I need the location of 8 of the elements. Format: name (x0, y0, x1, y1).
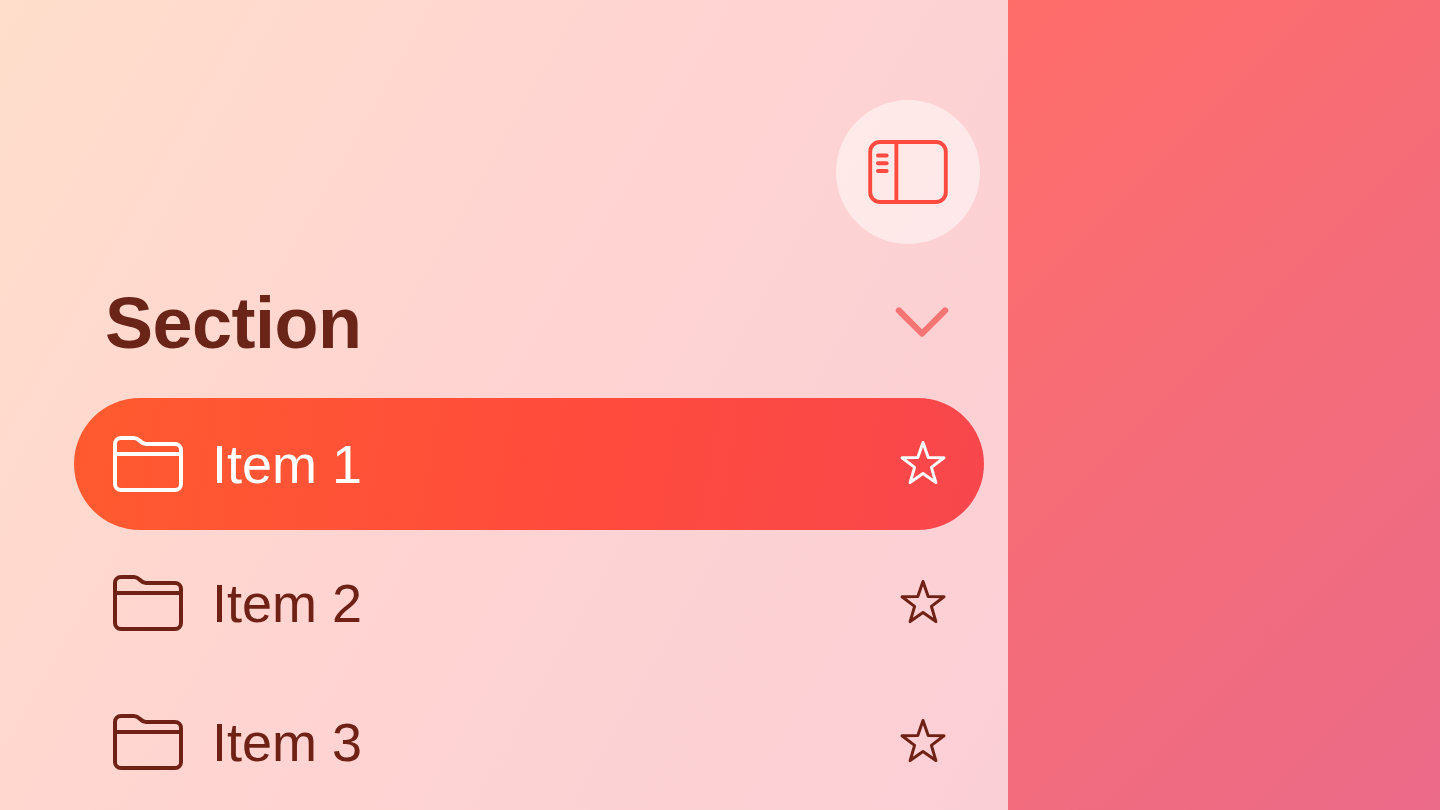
folder-icon (112, 435, 184, 493)
sidebar-item[interactable]: Item 3 (74, 676, 984, 808)
sidebar-icon (868, 140, 948, 204)
chevron-down-icon[interactable] (894, 307, 950, 339)
folder-icon (112, 574, 184, 632)
sidebar-item[interactable]: Item 2 (74, 537, 984, 669)
folder-icon (112, 713, 184, 771)
section-title: Section (105, 281, 362, 365)
